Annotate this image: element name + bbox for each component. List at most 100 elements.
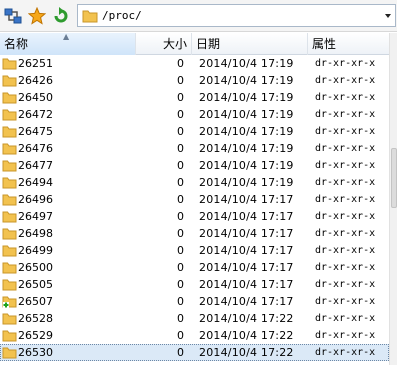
file-attributes: dr-xr-xr-x xyxy=(315,313,376,324)
file-name: 26497 xyxy=(18,210,53,223)
file-size: 0 xyxy=(177,142,184,155)
file-date: 2014/10/4 17:17 xyxy=(199,244,294,257)
file-name: 26251 xyxy=(18,57,53,70)
file-row[interactable]: 26497 0 2014/10/4 17:17 dr-xr-xr-x xyxy=(0,208,389,225)
file-date: 2014/10/4 17:17 xyxy=(199,278,294,291)
file-attributes: dr-xr-xr-x xyxy=(315,211,376,222)
bookmark-star-icon[interactable] xyxy=(27,6,47,26)
file-size: 0 xyxy=(177,125,184,138)
file-row[interactable]: 26499 0 2014/10/4 17:17 dr-xr-xr-x xyxy=(0,242,389,259)
refresh-icon[interactable] xyxy=(51,6,71,26)
file-name: 26476 xyxy=(18,142,53,155)
file-size: 0 xyxy=(177,278,184,291)
file-row[interactable]: 26496 0 2014/10/4 17:17 dr-xr-xr-x xyxy=(0,191,389,208)
file-row[interactable]: 26528 0 2014/10/4 17:22 dr-xr-xr-x xyxy=(0,310,389,327)
file-name: 26494 xyxy=(18,176,53,189)
column-header: ▲ 名称 大小 日期 属性 xyxy=(0,33,389,55)
file-size: 0 xyxy=(177,210,184,223)
file-row[interactable]: 26498 0 2014/10/4 17:17 dr-xr-xr-x xyxy=(0,225,389,242)
file-attributes: dr-xr-xr-x xyxy=(315,347,376,358)
file-name: 26505 xyxy=(18,278,53,291)
file-row[interactable]: 26251 0 2014/10/4 17:19 dr-xr-xr-x xyxy=(0,55,389,72)
file-date: 2014/10/4 17:19 xyxy=(199,142,294,155)
address-bar[interactable]: /proc/ xyxy=(77,4,396,27)
address-path: /proc/ xyxy=(102,9,142,22)
file-size: 0 xyxy=(177,227,184,240)
file-attributes: dr-xr-xr-x xyxy=(315,296,376,307)
file-row[interactable]: 26472 0 2014/10/4 17:19 dr-xr-xr-x xyxy=(0,106,389,123)
file-name: 26426 xyxy=(18,74,53,87)
file-attributes: dr-xr-xr-x xyxy=(315,75,376,86)
file-date: 2014/10/4 17:17 xyxy=(199,261,294,274)
file-size: 0 xyxy=(177,329,184,342)
file-size: 0 xyxy=(177,193,184,206)
file-row[interactable]: 26476 0 2014/10/4 17:19 dr-xr-xr-x xyxy=(0,140,389,157)
file-size: 0 xyxy=(177,57,184,70)
file-size: 0 xyxy=(177,244,184,257)
column-size-label: 大小 xyxy=(162,37,187,51)
file-row[interactable]: 26494 0 2014/10/4 17:19 dr-xr-xr-x xyxy=(0,174,389,191)
file-attributes: dr-xr-xr-x xyxy=(315,262,376,273)
file-row[interactable]: 26530 0 2014/10/4 17:22 dr-xr-xr-x xyxy=(0,344,389,361)
column-attributes[interactable]: 属性 xyxy=(308,33,389,55)
dropdown-arrow-icon[interactable] xyxy=(385,14,391,18)
file-name: 26477 xyxy=(18,159,53,172)
file-attributes: dr-xr-xr-x xyxy=(315,245,376,256)
column-date[interactable]: 日期 xyxy=(192,33,308,55)
file-size: 0 xyxy=(177,261,184,274)
file-size: 0 xyxy=(177,108,184,121)
file-attributes: dr-xr-xr-x xyxy=(315,228,376,239)
file-attributes: dr-xr-xr-x xyxy=(315,143,376,154)
file-date: 2014/10/4 17:22 xyxy=(199,329,294,342)
vertical-scrollbar[interactable] xyxy=(389,33,397,365)
file-date: 2014/10/4 17:17 xyxy=(199,210,294,223)
column-size[interactable]: 大小 xyxy=(136,33,192,55)
file-size: 0 xyxy=(177,295,184,308)
column-attr-label: 属性 xyxy=(312,37,337,51)
file-name: 26530 xyxy=(18,346,53,359)
file-name: 26450 xyxy=(18,91,53,104)
file-size: 0 xyxy=(177,176,184,189)
file-date: 2014/10/4 17:19 xyxy=(199,125,294,138)
file-row[interactable]: 26529 0 2014/10/4 17:22 dr-xr-xr-x xyxy=(0,327,389,344)
file-row[interactable]: 26450 0 2014/10/4 17:19 dr-xr-xr-x xyxy=(0,89,389,106)
file-list: 26251 0 2014/10/4 17:19 dr-xr-xr-x 26426 0 201… xyxy=(0,55,389,365)
file-row[interactable]: 26475 0 2014/10/4 17:19 dr-xr-xr-x xyxy=(0,123,389,140)
file-date: 2014/10/4 17:17 xyxy=(199,227,294,240)
file-row[interactable]: 26426 0 2014/10/4 17:19 dr-xr-xr-x xyxy=(0,72,389,89)
file-date: 2014/10/4 17:22 xyxy=(199,346,294,359)
file-size: 0 xyxy=(177,91,184,104)
file-date: 2014/10/4 17:17 xyxy=(199,193,294,206)
file-attributes: dr-xr-xr-x xyxy=(315,279,376,290)
file-row[interactable]: 26500 0 2014/10/4 17:17 dr-xr-xr-x xyxy=(0,259,389,276)
file-row[interactable]: 26505 0 2014/10/4 17:17 dr-xr-xr-x xyxy=(0,276,389,293)
column-name[interactable]: ▲ 名称 xyxy=(0,33,136,55)
file-attributes: dr-xr-xr-x xyxy=(315,58,376,69)
file-name: 26507 xyxy=(18,295,53,308)
file-attributes: dr-xr-xr-x xyxy=(315,160,376,171)
file-name: 26472 xyxy=(18,108,53,121)
scrollbar-thumb[interactable] xyxy=(391,148,397,208)
column-date-label: 日期 xyxy=(196,37,221,51)
file-attributes: dr-xr-xr-x xyxy=(315,177,376,188)
file-date: 2014/10/4 17:19 xyxy=(199,91,294,104)
file-name: 26500 xyxy=(18,261,53,274)
file-row[interactable]: 26507 0 2014/10/4 17:17 dr-xr-xr-x xyxy=(0,293,389,310)
sort-ascending-icon: ▲ xyxy=(63,32,70,41)
file-size: 0 xyxy=(177,312,184,325)
file-size: 0 xyxy=(177,346,184,359)
folder-icon xyxy=(82,8,98,26)
file-attributes: dr-xr-xr-x xyxy=(315,194,376,205)
file-row[interactable]: 26477 0 2014/10/4 17:19 dr-xr-xr-x xyxy=(0,157,389,174)
file-date: 2014/10/4 17:19 xyxy=(199,159,294,172)
file-name: 26528 xyxy=(18,312,53,325)
file-attributes: dr-xr-xr-x xyxy=(315,330,376,341)
file-attributes: dr-xr-xr-x xyxy=(315,92,376,103)
connect-icon[interactable] xyxy=(3,6,23,26)
file-date: 2014/10/4 17:19 xyxy=(199,57,294,70)
file-date: 2014/10/4 17:19 xyxy=(199,176,294,189)
file-name: 26498 xyxy=(18,227,53,240)
file-size: 0 xyxy=(177,74,184,87)
file-attributes: dr-xr-xr-x xyxy=(315,126,376,137)
file-date: 2014/10/4 17:22 xyxy=(199,312,294,325)
